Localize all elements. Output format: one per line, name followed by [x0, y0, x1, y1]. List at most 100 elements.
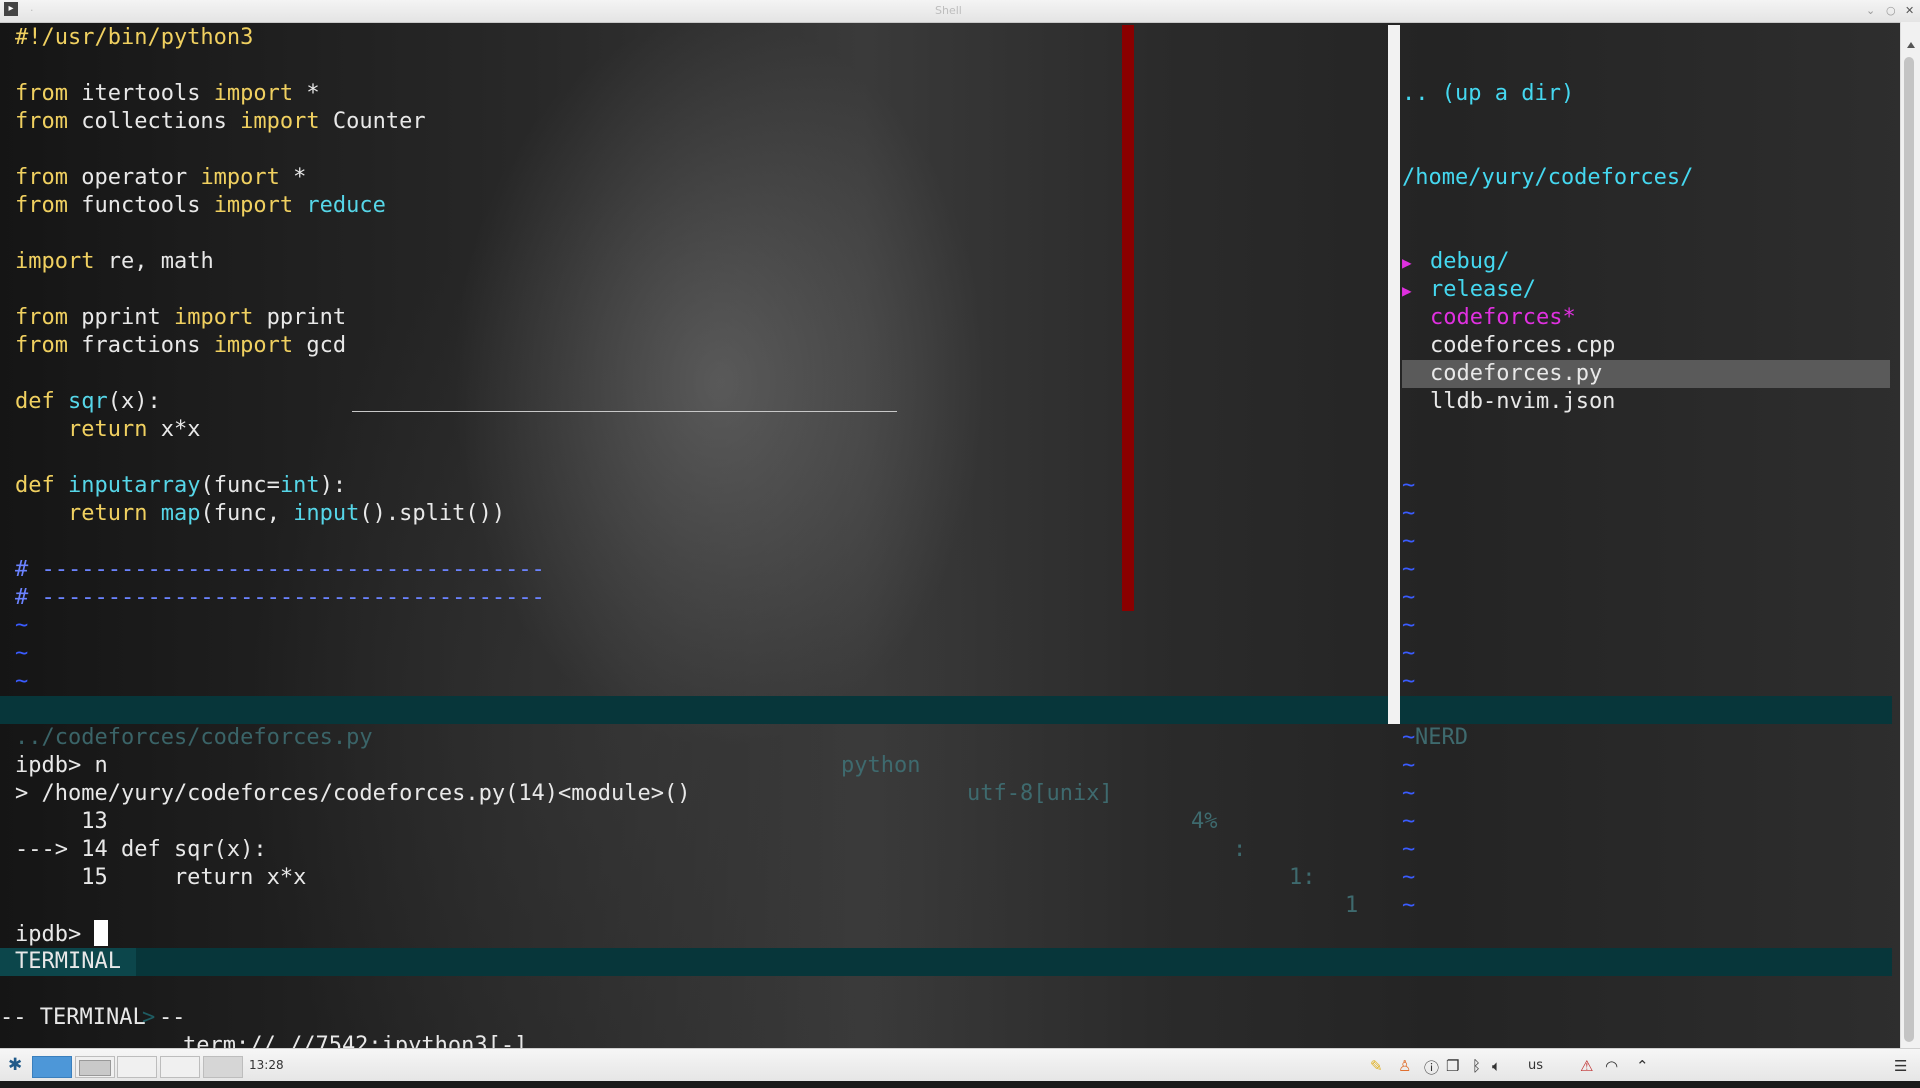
workspace-4-button[interactable] — [160, 1056, 200, 1078]
nerdtree-entry[interactable]: ▶ release/ — [1402, 276, 1892, 304]
workspace-1-button[interactable] — [32, 1056, 72, 1078]
terminal-mode-badge: TERMINAL — [0, 948, 136, 976]
empty-line-marker: ~ — [1402, 641, 1416, 666]
cursorline-underline — [352, 411, 897, 412]
terminal-line: ipdb> n — [15, 753, 108, 778]
code-line[interactable]: from itertools import * — [15, 80, 1115, 108]
nerdtree-entry-name: debug/ — [1430, 249, 1510, 274]
code-line[interactable]: from fractions import gcd — [15, 332, 1115, 360]
code-line[interactable]: # -------------------------------------- — [15, 584, 1115, 612]
code-line[interactable]: def inputarray(func=int): — [15, 472, 1115, 500]
clock[interactable]: 13:28 — [249, 1058, 284, 1072]
code-token: # -------------------------------------- — [15, 557, 545, 582]
code-line[interactable]: # -------------------------------------- — [15, 556, 1115, 584]
code-line[interactable]: from pprint import pprint — [15, 304, 1115, 332]
empty-line-marker: ~ — [1402, 501, 1416, 526]
code-token: return — [67, 417, 148, 442]
window-scrollbar[interactable] — [1900, 22, 1920, 1048]
code-line[interactable] — [15, 360, 1115, 388]
battery-warning-icon[interactable]: ⚠ — [1580, 1057, 1593, 1075]
color-column — [1122, 25, 1134, 611]
code-line[interactable]: from collections import Counter — [15, 108, 1115, 136]
code-line[interactable] — [15, 52, 1115, 80]
nerdtree-entry-name: codeforces.py — [1430, 361, 1603, 386]
code-token: def — [15, 389, 55, 414]
notification-icon[interactable]: ♙ — [1398, 1057, 1411, 1075]
code-line[interactable] — [15, 528, 1115, 556]
code-token: int — [279, 473, 320, 498]
code-line[interactable] — [15, 220, 1115, 248]
paint-icon[interactable]: ✎ — [1370, 1057, 1383, 1075]
code-line[interactable]: #!/usr/bin/python3 — [15, 24, 1115, 52]
code-token: x*x — [147, 417, 201, 442]
info-icon[interactable]: ⓘ — [1424, 1057, 1439, 1078]
nerdtree-root[interactable]: /home/yury/codeforces/ — [1402, 164, 1892, 192]
code-line[interactable]: ~ — [15, 612, 1115, 640]
code-token: sqr — [68, 389, 108, 414]
code-line[interactable]: ~ — [15, 668, 1115, 696]
wifi-icon[interactable]: ◠ — [1605, 1057, 1618, 1075]
code-token: # -------------------------------------- — [15, 585, 545, 610]
nerdtree-entry[interactable]: lldb-nvim.json — [1402, 388, 1892, 416]
vertical-split-separator[interactable] — [1388, 25, 1400, 724]
window-sticky-icon[interactable]: · — [30, 4, 34, 17]
workspace-3-button[interactable] — [117, 1056, 157, 1078]
code-line[interactable]: import re, math — [15, 248, 1115, 276]
window-titlebar: ▸ · Shell ⌄ ○ ✕ — [0, 0, 1920, 23]
terminal-line: > /home/yury/codeforces/codeforces.py(14… — [15, 781, 691, 806]
code-line[interactable]: ~ — [15, 640, 1115, 668]
code-token: import — [173, 305, 254, 330]
nerdtree-up-dir[interactable]: .. (up a dir) — [1402, 80, 1892, 108]
clipboard-icon[interactable]: ❐ — [1446, 1057, 1459, 1075]
start-menu-icon[interactable]: ✱ — [8, 1055, 22, 1075]
chevron-up-icon[interactable]: ⌃ — [1636, 1057, 1649, 1075]
menu-icon[interactable]: ☰ — [1894, 1057, 1907, 1075]
code-token: map — [160, 501, 201, 526]
code-line[interactable]: return x*x — [15, 416, 1115, 444]
chevron-right-icon[interactable]: ▶ — [1402, 277, 1430, 305]
nerdtree-entry[interactable]: ▶ debug/ — [1402, 248, 1892, 276]
terminal-statusline: TERMINAL > term://.//7542:ipython3[-] < — [0, 948, 1892, 1086]
code-token: ~ — [15, 641, 29, 666]
volume-icon[interactable]: 🔈︎ — [1492, 1057, 1501, 1075]
workspace-5-button[interactable] — [203, 1056, 243, 1078]
code-token: input — [293, 501, 360, 526]
empty-line-marker: ~ — [1402, 557, 1416, 582]
minimize-icon[interactable]: ⌄ — [1866, 4, 1875, 17]
code-line[interactable] — [15, 444, 1115, 472]
chevron-right-icon[interactable]: ▶ — [1402, 249, 1430, 277]
terminal-output[interactable]: ipdb> n > /home/yury/codeforces/codeforce… — [15, 724, 1885, 920]
scrollbar-thumb[interactable] — [1904, 57, 1914, 1042]
code-token: ~ — [15, 669, 29, 694]
empty-line-marker: ~ — [1402, 669, 1416, 694]
code-line[interactable]: from functools import reduce — [15, 192, 1115, 220]
code-line[interactable]: from operator import * — [15, 164, 1115, 192]
nerdtree-entry[interactable]: codeforces* — [1402, 304, 1892, 332]
code-line[interactable] — [15, 136, 1115, 164]
code-token: functools — [67, 193, 214, 218]
scroll-up-icon[interactable] — [1907, 42, 1915, 48]
maximize-icon[interactable]: ○ — [1886, 4, 1896, 17]
bluetooth-icon[interactable]: ᛒ — [1472, 1057, 1481, 1075]
code-line[interactable] — [15, 276, 1115, 304]
nerdtree-entry[interactable]: codeforces.cpp — [1402, 332, 1892, 360]
nerdtree-entry[interactable]: codeforces.py — [1402, 360, 1890, 388]
mode-line: -- TERMINAL -- — [0, 1005, 186, 1030]
close-icon[interactable]: ✕ — [1905, 4, 1914, 17]
window-menu-icon[interactable]: ▸ — [4, 2, 18, 16]
nerdtree-entry-name: codeforces.cpp — [1430, 333, 1616, 358]
code-token: ().split()) — [359, 501, 506, 526]
empty-line-marker: ~ — [1402, 613, 1416, 638]
workspace-2-button[interactable] — [75, 1056, 115, 1078]
nerdtree-entry-name: lldb-nvim.json — [1430, 389, 1616, 414]
code-line[interactable]: return map(func, input().split()) — [15, 500, 1115, 528]
code-editor[interactable]: #!/usr/bin/python3 from itertools import … — [15, 24, 1115, 696]
keyboard-layout[interactable]: us — [1528, 1058, 1543, 1073]
code-token: * — [293, 81, 320, 106]
taskbar: ✱ 13:28 ✎ ♙ ⓘ ❐ ᛒ 🔈︎ us ⚠ ◠ ⌃ ☰ — [0, 1048, 1920, 1081]
terminal-prompt-line[interactable]: ipdb> — [15, 920, 109, 949]
